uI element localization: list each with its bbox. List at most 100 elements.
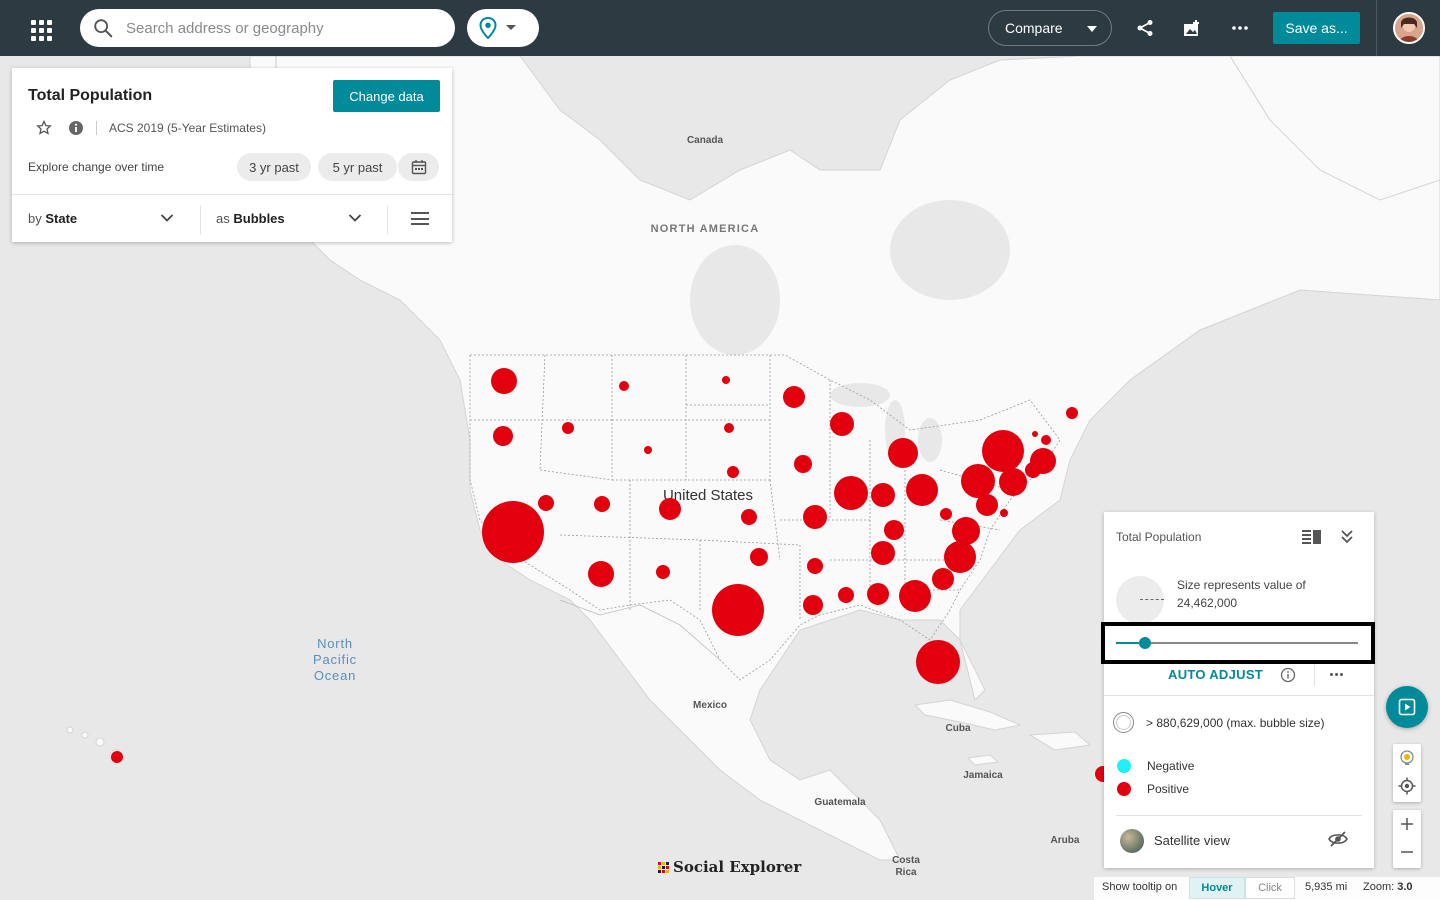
geography-level-dropdown[interactable]: by State <box>28 211 77 226</box>
bubble-sd[interactable] <box>724 423 734 433</box>
my-location-icon[interactable] <box>1393 772 1421 800</box>
bubble-mi[interactable] <box>888 438 918 468</box>
bubble-ia[interactable] <box>794 455 812 473</box>
bubble-in[interactable] <box>871 483 895 507</box>
3-yr-past-button[interactable]: 3 yr past <box>237 153 311 181</box>
location-controls <box>1393 744 1421 802</box>
bubble-size-sample <box>1116 576 1164 624</box>
eye-off-icon[interactable] <box>1328 830 1348 848</box>
bubble-mt[interactable] <box>619 381 629 391</box>
bubble-nv[interactable] <box>538 495 554 511</box>
search-input[interactable] <box>126 19 426 37</box>
bubble-ma[interactable] <box>1030 448 1056 474</box>
bubble-size-slider-thumb[interactable] <box>1139 637 1152 649</box>
bubble-ca[interactable] <box>482 501 544 563</box>
more-options-icon[interactable] <box>1228 16 1252 40</box>
calendar-button[interactable] <box>398 153 439 181</box>
bubble-size-slider-track[interactable] <box>1116 642 1358 644</box>
bubble-la[interactable] <box>803 595 823 615</box>
bubble-md[interactable] <box>976 494 998 516</box>
export-image-icon[interactable] <box>1180 16 1204 40</box>
label-north-america: NORTH AMERICA <box>651 223 760 235</box>
bubble-ny[interactable] <box>982 430 1024 472</box>
lightbulb-icon[interactable] <box>1393 744 1421 772</box>
save-as-button[interactable]: Save as... <box>1273 12 1360 44</box>
zoom-out-button[interactable] <box>1393 838 1421 866</box>
bubble-ok[interactable] <box>750 548 768 566</box>
more-options-icon[interactable] <box>1330 673 1343 676</box>
bubble-al[interactable] <box>867 583 889 605</box>
change-data-button[interactable]: Change data <box>333 80 440 112</box>
bubble-nm[interactable] <box>656 565 670 579</box>
bubble-de[interactable] <box>1000 509 1008 517</box>
tooltip-hover-toggle[interactable]: Hover <box>1189 877 1245 899</box>
bubble-mn[interactable] <box>783 386 805 408</box>
bubble-mo[interactable] <box>803 505 827 529</box>
bubble-nj[interactable] <box>999 468 1027 496</box>
apps-grid-icon[interactable] <box>26 14 54 42</box>
auto-adjust-button[interactable]: AUTO ADJUST <box>1168 667 1263 682</box>
bubble-az[interactable] <box>588 561 614 587</box>
label-ocean-2: Pacific <box>313 652 357 667</box>
visualization-type-dropdown[interactable]: as Bubbles <box>216 211 285 226</box>
chevron-down-icon[interactable] <box>160 213 174 223</box>
play-icon <box>1398 698 1416 716</box>
meta-separator <box>96 121 97 135</box>
zoom-label: Zoom: <box>1363 881 1395 893</box>
compare-dropdown[interactable]: Compare <box>988 10 1112 46</box>
zoom-in-button[interactable] <box>1393 810 1421 838</box>
5-yr-past-button[interactable]: 5 yr past <box>318 153 397 181</box>
dataset-source: ACS 2019 (5-Year Estimates) <box>109 121 266 135</box>
search-box[interactable] <box>80 9 455 47</box>
bubble-nh[interactable] <box>1041 435 1051 445</box>
bubble-hi[interactable] <box>111 751 123 763</box>
presentation-button[interactable] <box>1386 686 1428 728</box>
positive-label: Positive <box>1147 782 1190 796</box>
label-costa-rica-2: Rica <box>895 867 917 878</box>
map-scale: 5,935 mi <box>1305 881 1348 893</box>
legend-title: Total Population <box>1116 530 1202 544</box>
bubble-id[interactable] <box>562 422 574 434</box>
bubble-nc[interactable] <box>944 541 976 573</box>
info-icon[interactable] <box>68 120 84 136</box>
location-dropdown[interactable] <box>467 9 539 47</box>
bubble-ut[interactable] <box>594 496 610 512</box>
bubble-vt[interactable] <box>1032 431 1038 437</box>
star-icon[interactable] <box>36 120 52 136</box>
label-cuba: Cuba <box>946 723 971 734</box>
share-icon[interactable] <box>1133 16 1157 40</box>
collapse-icon[interactable] <box>1340 528 1354 544</box>
bubble-sc[interactable] <box>932 568 954 590</box>
bubble-ar[interactable] <box>807 558 823 574</box>
bubble-co[interactable] <box>659 498 681 520</box>
bubble-ms[interactable] <box>838 587 854 603</box>
tooltip-click-toggle[interactable]: Click <box>1245 877 1295 899</box>
bubble-ga[interactable] <box>899 580 931 612</box>
bubble-tn[interactable] <box>871 541 895 565</box>
bubble-il[interactable] <box>834 476 868 510</box>
user-avatar[interactable] <box>1393 12 1425 44</box>
bubble-nd[interactable] <box>722 376 730 384</box>
bubble-ks[interactable] <box>741 509 757 525</box>
bubble-ne[interactable] <box>727 466 739 478</box>
legend-layout-icon[interactable] <box>1302 529 1322 545</box>
bubble-wa[interactable] <box>491 368 517 394</box>
as-value: Bubbles <box>233 211 285 226</box>
bubble-or[interactable] <box>493 426 513 446</box>
bubble-fl[interactable] <box>916 640 960 684</box>
plus-icon <box>1401 818 1413 830</box>
bubble-me[interactable] <box>1066 407 1078 419</box>
bubble-pa[interactable] <box>961 464 995 498</box>
bubble-oh[interactable] <box>906 474 938 506</box>
bubble-wi[interactable] <box>830 412 854 436</box>
bubble-ky[interactable] <box>884 520 904 540</box>
bubble-wy[interactable] <box>644 446 652 454</box>
bubble-va[interactable] <box>952 517 980 545</box>
info-icon[interactable] <box>1280 667 1296 683</box>
chevron-down-icon[interactable] <box>348 213 362 223</box>
legend-panel: Total Population Size represents value o… <box>1101 512 1375 868</box>
size-description: Size represents value of 24,462,000 <box>1177 576 1306 612</box>
bubble-wv[interactable] <box>940 508 952 520</box>
menu-icon[interactable] <box>411 212 429 225</box>
bubble-tx[interactable] <box>712 584 764 636</box>
